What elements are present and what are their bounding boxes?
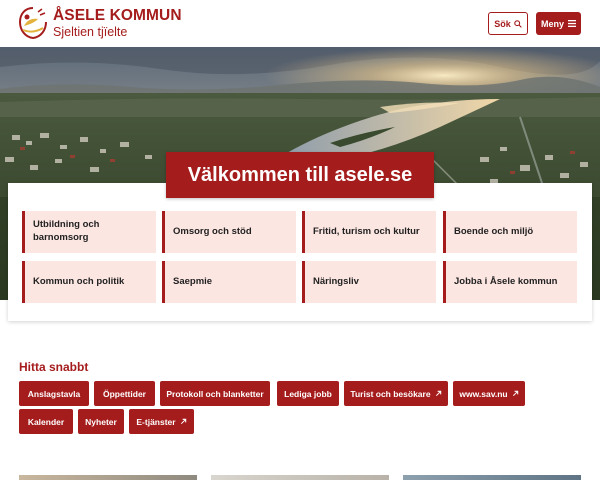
quick-link-lediga-jobb[interactable]: Lediga jobb [277,381,339,406]
quick-link-kalender[interactable]: Kalender [19,409,73,434]
hamburger-icon [568,20,576,27]
external-link-icon [512,390,518,397]
quick-link-oppettider[interactable]: Öppettider [94,381,155,406]
quick-link-anslagstavla[interactable]: Anslagstavla [19,381,89,406]
tile-fritid[interactable]: Fritid, turism och kultur [302,211,436,253]
tile-saepmie[interactable]: Saepmie [162,261,296,303]
external-link-icon [180,418,186,425]
quick-link-sav[interactable]: www.sav.nu [453,381,525,406]
tile-omsorg[interactable]: Omsorg och stöd [162,211,296,253]
search-icon [513,19,522,28]
tile-label: Omsorg och stöd [173,225,252,237]
search-button[interactable]: Sök [488,12,528,35]
quick-link-nyheter[interactable]: Nyheter [78,409,124,434]
logo-subtitle: Sjeltien tjïelte [53,25,128,39]
tile-label: Saepmie [173,275,213,287]
quick-link-turist[interactable]: Turist och besökare [344,381,448,406]
tile-label: Boende och miljö [454,225,534,237]
news-thumbnail[interactable] [19,475,197,480]
tile-kommun-politik[interactable]: Kommun och politik [22,261,156,303]
welcome-heading: Välkommen till asele.se [166,152,434,198]
tile-jobba[interactable]: Jobba i Åsele kommun [443,261,577,303]
logo-name: ÅSELE KOMMUN [53,6,182,24]
quick-links-heading: Hitta snabbt [19,360,89,374]
menu-button-label: Meny [540,18,564,29]
tile-boende[interactable]: Boende och miljö [443,211,577,253]
external-link-icon [435,390,441,397]
tile-label: Kommun och politik [33,275,125,287]
tile-label: Jobba i Åsele kommun [454,275,558,287]
search-button-label: Sök [494,18,511,29]
news-thumbnail[interactable] [211,475,389,480]
site-header: ÅSELE KOMMUN Sjeltien tjïelte Sök Meny [0,0,600,47]
tile-label: Näringsliv [313,275,359,287]
tile-utbildning[interactable]: Utbildning och barnomsorg [22,211,156,253]
quick-link-e-tjanster[interactable]: E-tjänster [129,409,194,434]
quick-link-protokoll[interactable]: Protokoll och blanketter [160,381,270,406]
news-thumbnail[interactable] [403,475,581,480]
logo-emblem-icon [18,7,47,40]
tile-label: Fritid, turism och kultur [313,225,420,237]
tile-label: Utbildning och barnomsorg [33,219,100,243]
site-logo[interactable]: ÅSELE KOMMUN Sjeltien tjïelte [18,6,182,40]
menu-button[interactable]: Meny [536,12,581,35]
tile-naringsliv[interactable]: Näringsliv [302,261,436,303]
